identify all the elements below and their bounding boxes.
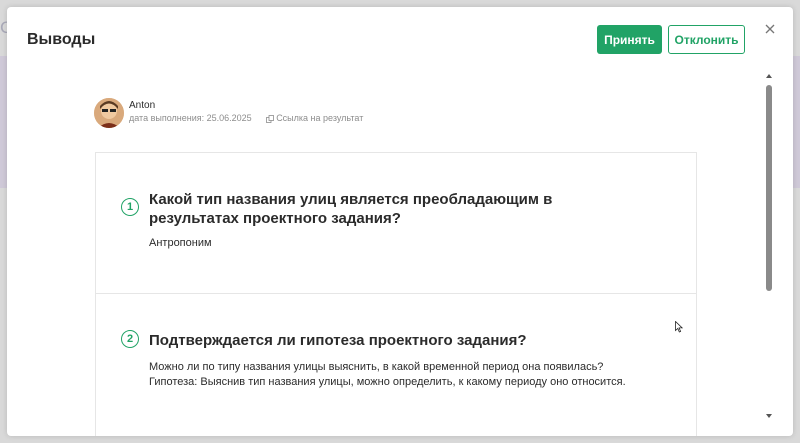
questions-card: 1 Какой тип названия улиц является преоб… <box>95 152 697 436</box>
conclusions-modal: Выводы Принять Отклонить Anton дата выпо… <box>7 7 793 436</box>
modal-content: Anton дата выполнения: 25.06.2025 Ссылка… <box>7 71 793 436</box>
author-meta: дата выполнения: 25.06.2025 Ссылка на ре… <box>129 113 363 123</box>
question-divider <box>96 293 696 294</box>
avatar <box>94 98 124 128</box>
scrollbar-thumb[interactable] <box>766 85 772 291</box>
link-icon[interactable] <box>266 114 275 123</box>
question-number-2: 2 <box>121 330 139 348</box>
question-title-1: Какой тип названия улиц является преобла… <box>149 191 553 227</box>
avatar-image <box>94 98 124 128</box>
question-answer-1: Антропоним <box>149 237 212 249</box>
author-name: Anton <box>129 100 156 111</box>
mouse-cursor-icon <box>675 321 683 333</box>
scroll-down-arrow-icon[interactable] <box>766 414 772 418</box>
question-answer-2-line-2: Гипотеза: Выяснив тип названия улицы, мо… <box>149 376 626 388</box>
modal-title: Выводы <box>27 31 96 48</box>
close-icon[interactable] <box>763 22 777 36</box>
completion-date: дата выполнения: 25.06.2025 <box>129 113 252 123</box>
question-answer-2: Можно ли по типу названия улицы выяснить… <box>149 360 629 390</box>
scroll-up-arrow-icon[interactable] <box>766 74 772 78</box>
reject-button[interactable]: Отклонить <box>668 25 745 54</box>
result-link[interactable]: Ссылка на результат <box>276 113 363 123</box>
question-number-1: 1 <box>121 198 139 216</box>
accept-button[interactable]: Принять <box>597 25 662 54</box>
question-answer-2-line-1: Можно ли по типу названия улицы выяснить… <box>149 361 604 373</box>
question-title-2: Подтверждается ли гипотеза проектного за… <box>149 332 527 349</box>
